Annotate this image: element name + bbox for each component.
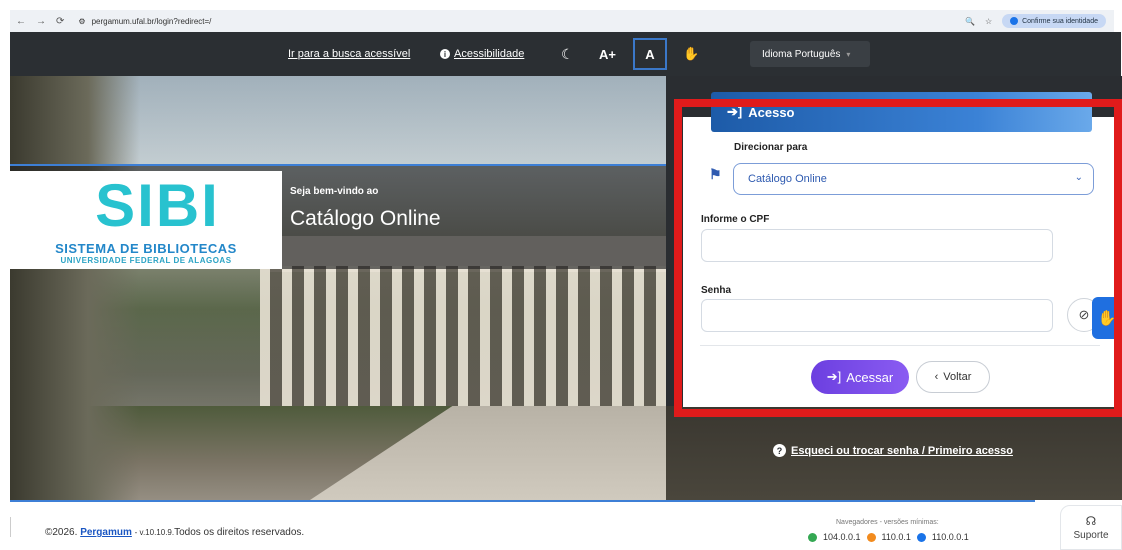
footer-divider [10, 500, 1035, 502]
accessible-search-link-wrap: Ir para a busca acessível [288, 48, 410, 60]
welcome-text: Seja bem-vindo ao [290, 186, 379, 197]
footer-copyright: ©2026. Pergamum - v.10.10.9.Todos os dir… [45, 527, 304, 538]
vlibras-widget-button[interactable]: ✋ [1092, 297, 1122, 339]
info-icon: i [440, 49, 450, 59]
logo-line-2: UNIVERSIDADE FEDERAL DE ALAGOAS [60, 256, 232, 265]
accessibility-link-wrap: i Acessibilidade [440, 48, 524, 60]
tree-trunk [10, 76, 140, 500]
browser-toolbar: ← → ⟳ ⚙ pergamum.ufal.br/login?redirect=… [10, 10, 1114, 32]
chevron-left-icon: ‹ [934, 371, 939, 383]
acessar-button[interactable]: ➔] Acessar [811, 360, 909, 394]
identity-label: Confirme sua identidade [1022, 17, 1098, 25]
password-input[interactable] [701, 299, 1053, 332]
version-text: - v.10.10.9. [134, 528, 175, 537]
cpf-label: Informe o CPF [701, 214, 770, 225]
font-increase-button[interactable]: A+ [599, 47, 616, 62]
signpost-icon: ⚑ [709, 166, 722, 182]
identity-button[interactable]: Confirme sua identidade [1002, 14, 1106, 28]
accessibility-bar: Ir para a busca acessível i Acessibilida… [10, 32, 1121, 76]
eye-slash-icon: ⊘ [1078, 307, 1090, 322]
cpf-input[interactable] [701, 229, 1053, 262]
voltar-label: Voltar [943, 371, 972, 383]
logo-line-1: SISTEMA DE BIBLIOTECAS [55, 241, 237, 256]
url-text: pergamum.ufal.br/login?redirect=/ [91, 16, 212, 26]
language-label: Idioma Português [762, 48, 841, 60]
contrast-button[interactable]: A [633, 38, 667, 70]
forgot-password-link[interactable]: Esqueci ou trocar senha / Primeiro acess… [791, 445, 1013, 457]
question-icon: ? [773, 444, 786, 457]
headset-icon: ☊ [1085, 514, 1097, 528]
support-button[interactable]: ☊ Suporte [1060, 505, 1122, 550]
chrome-version: 104.0.0.1 [823, 532, 861, 542]
chevron-down-icon: ⌄ [1074, 172, 1083, 183]
sign-language-hands-icon: ✋ [1097, 310, 1117, 327]
logo-mark: SIBI [95, 172, 220, 239]
browser-nav: ← → ⟳ [16, 16, 64, 27]
login-card-header: ➔] Acesso [711, 92, 1092, 132]
footer-left-bar [10, 517, 11, 537]
sign-language-hand-icon[interactable]: ✋ [683, 46, 699, 62]
acessar-label: Acessar [846, 369, 894, 385]
redirect-select[interactable]: Catálogo Online ⌄ [733, 163, 1094, 195]
accessible-search-link[interactable]: Ir para a busca acessível [288, 48, 410, 60]
voltar-button[interactable]: ‹ Voltar [916, 361, 990, 393]
identity-icon [1010, 17, 1019, 25]
page: ← → ⟳ ⚙ pergamum.ufal.br/login?redirect=… [0, 0, 1122, 550]
site-settings-icon[interactable]: ⚙ [78, 17, 85, 26]
firefox-version: 110.0.1 [881, 532, 911, 542]
form-divider [700, 345, 1100, 346]
edge-version: 110.0.0.1 [931, 532, 969, 542]
login-header-title: Acesso [748, 104, 795, 120]
dark-mode-moon-icon[interactable]: ☾ [561, 46, 574, 63]
forgot-password: ? Esqueci ou trocar senha / Primeiro ace… [773, 444, 1013, 457]
browser-versions: 104.0.0.1 110.0.1 110.0.0.1 [808, 532, 969, 542]
forward-arrow-icon[interactable]: → [36, 16, 46, 27]
catalog-title: Catálogo Online [290, 207, 441, 230]
sign-in-icon: ➔] [826, 369, 842, 384]
redirect-label: Direcionar para [734, 142, 808, 153]
edge-icon [916, 532, 926, 542]
address-bar[interactable]: ⚙ pergamum.ufal.br/login?redirect=/ [78, 17, 211, 26]
browsers-title: Navegadores - versões mínimas: [836, 519, 939, 526]
support-label: Suporte [1073, 530, 1109, 541]
sibi-logo: SIBI SISTEMA DE BIBLIOTECAS UNIVERSIDADE… [10, 171, 282, 269]
copyright-year: ©2026. [45, 527, 78, 538]
password-label: Senha [701, 285, 732, 296]
redirect-select-value: Catálogo Online [748, 173, 827, 185]
chrome-icon [808, 532, 817, 542]
accessibility-link[interactable]: Acessibilidade [454, 48, 524, 60]
firefox-icon [866, 532, 876, 542]
rights-text: Todos os direitos reservados. [174, 527, 305, 538]
reload-icon[interactable]: ⟳ [56, 16, 64, 27]
sign-in-icon: ➔] [727, 104, 743, 119]
bookmark-star-icon[interactable]: ☆ [985, 17, 992, 26]
chevron-down-icon: ▾ [846, 49, 851, 59]
back-arrow-icon[interactable]: ← [16, 16, 26, 27]
hero-image [10, 76, 666, 500]
language-select[interactable]: Idioma Português ▾ [750, 41, 870, 67]
browser-actions: 🔍 ☆ Confirme sua identidade [965, 14, 1106, 28]
pergamum-link[interactable]: Pergamum [80, 527, 132, 538]
zoom-icon[interactable]: 🔍 [965, 17, 975, 26]
